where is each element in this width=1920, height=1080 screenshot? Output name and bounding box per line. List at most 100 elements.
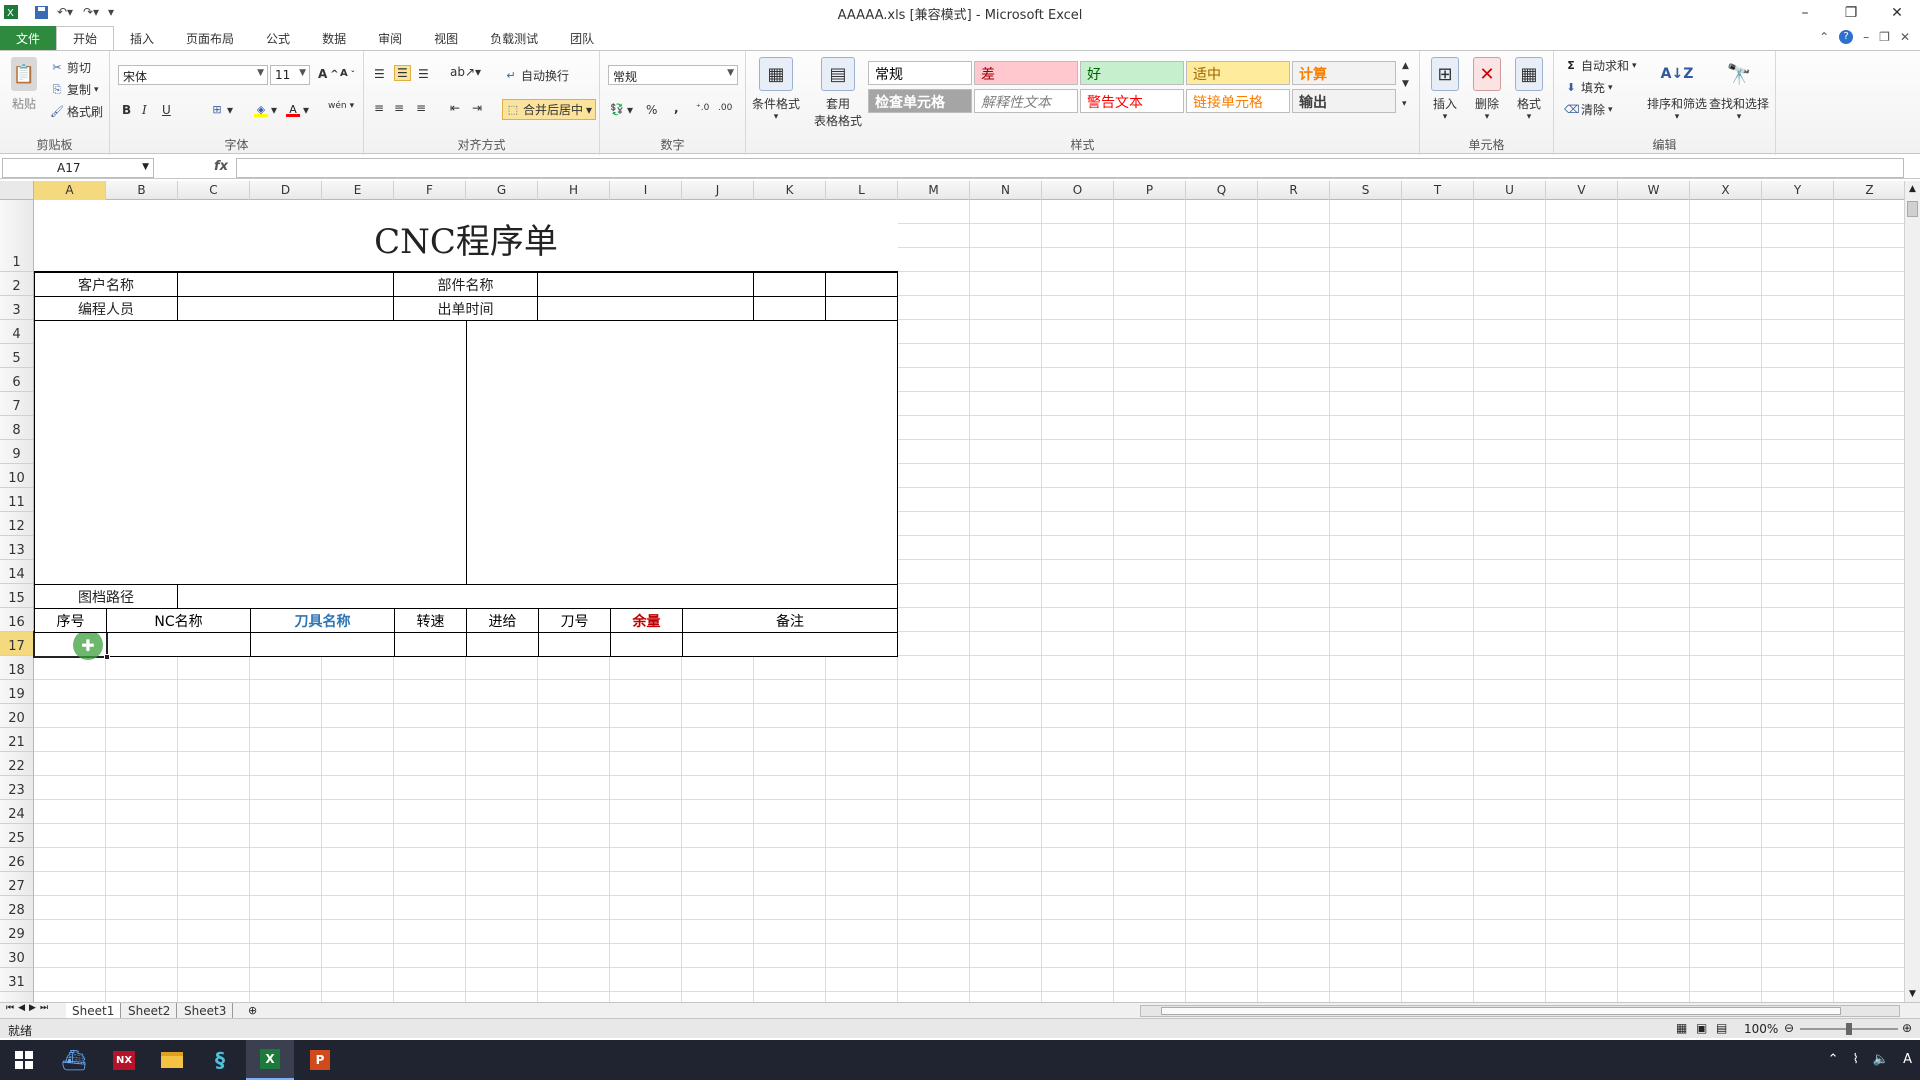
scroll-thumb[interactable] bbox=[1161, 1007, 1841, 1015]
formula-input[interactable] bbox=[236, 158, 1904, 178]
row-header-22[interactable]: 22 bbox=[0, 752, 33, 776]
align-top-button[interactable]: ☰ bbox=[374, 67, 385, 81]
start-icon[interactable] bbox=[0, 1040, 48, 1080]
file-explorer-icon[interactable] bbox=[148, 1040, 196, 1080]
underline-button[interactable]: U bbox=[162, 103, 171, 117]
column-header-p[interactable]: P bbox=[1114, 181, 1186, 200]
app-icon[interactable]: ⛴ bbox=[50, 1040, 98, 1080]
cell-style-0[interactable]: 常规 bbox=[868, 61, 972, 85]
percent-button[interactable]: % bbox=[646, 103, 657, 117]
clear-button[interactable]: ⌫ 清除 ▾ bbox=[1564, 101, 1613, 118]
sort-filter-button[interactable]: A↓Z 排序和筛选 ▾ bbox=[1646, 57, 1708, 122]
cut-button[interactable]: ✂ 剪切 bbox=[50, 59, 91, 76]
column-header-i[interactable]: I bbox=[610, 181, 682, 200]
row-header-16[interactable]: 16 bbox=[0, 608, 33, 632]
fill-button[interactable]: ⬇ 填充 ▾ bbox=[1564, 79, 1612, 96]
row-header-4[interactable]: 4 bbox=[0, 320, 33, 344]
shrink-font-button[interactable]: Aˇ bbox=[340, 68, 355, 79]
date-value-cell[interactable] bbox=[537, 296, 754, 321]
cell-style-9[interactable]: 输出 bbox=[1292, 89, 1396, 113]
nx-icon[interactable]: NX bbox=[100, 1040, 148, 1080]
row-header-20[interactable]: 20 bbox=[0, 704, 33, 728]
gallery-scroll-up-icon[interactable]: ▲ bbox=[1402, 61, 1409, 71]
row-header-9[interactable]: 9 bbox=[0, 440, 33, 464]
programmer-value-cell[interactable] bbox=[177, 296, 394, 321]
redo-icon[interactable]: ↷▾ bbox=[78, 0, 104, 24]
image-area-right[interactable] bbox=[466, 320, 898, 585]
tab-home[interactable]: 开始 bbox=[56, 26, 115, 50]
italic-button[interactable]: I bbox=[142, 103, 147, 117]
scroll-thumb[interactable] bbox=[1907, 201, 1918, 217]
customer-label-cell[interactable]: 客户名称 bbox=[34, 272, 178, 297]
orientation-button[interactable]: ab↗▾ bbox=[450, 65, 481, 79]
row2-cell-k[interactable] bbox=[753, 272, 826, 297]
undo-icon[interactable]: ↶▾ bbox=[52, 0, 78, 24]
align-middle-button[interactable]: ☰ bbox=[394, 65, 411, 81]
zoom-level[interactable]: 100% bbox=[1744, 1022, 1778, 1036]
row2-cell-l[interactable] bbox=[825, 272, 898, 297]
tab-load-test[interactable]: 负载测试 bbox=[474, 26, 554, 50]
wrap-text-button[interactable]: ↵ 自动换行 bbox=[504, 67, 569, 84]
form-title[interactable]: CNC程序单 bbox=[34, 200, 898, 272]
table-header-1[interactable]: NC名称 bbox=[106, 608, 251, 633]
fill-handle[interactable] bbox=[104, 654, 110, 660]
part-value-cell[interactable] bbox=[537, 272, 754, 297]
column-header-z[interactable]: Z bbox=[1834, 181, 1904, 200]
decrease-indent-button[interactable]: ⇤ bbox=[450, 101, 460, 115]
column-header-h[interactable]: H bbox=[538, 181, 610, 200]
customer-value-cell[interactable] bbox=[177, 272, 394, 297]
column-header-l[interactable]: L bbox=[826, 181, 898, 200]
tab-view[interactable]: 视图 bbox=[418, 26, 474, 50]
autosum-button[interactable]: Σ 自动求和 ▾ bbox=[1564, 57, 1636, 74]
column-header-g[interactable]: G bbox=[466, 181, 538, 200]
date-label-cell[interactable]: 出单时间 bbox=[393, 296, 538, 321]
function-icon[interactable]: fx bbox=[214, 159, 228, 174]
sheet-tab-2[interactable]: Sheet2 bbox=[122, 1003, 178, 1019]
row17-cell-tool[interactable] bbox=[250, 632, 395, 657]
column-header-s[interactable]: S bbox=[1330, 181, 1402, 200]
align-bottom-button[interactable]: ☰ bbox=[418, 67, 429, 81]
row-header-26[interactable]: 26 bbox=[0, 848, 33, 872]
path-label-cell[interactable]: 图档路径 bbox=[34, 584, 178, 609]
row-header-24[interactable]: 24 bbox=[0, 800, 33, 824]
column-header-m[interactable]: M bbox=[898, 181, 970, 200]
row-header-31[interactable]: 31 bbox=[0, 968, 33, 992]
decrease-decimal-button[interactable]: .00 bbox=[718, 103, 732, 113]
column-header-o[interactable]: O bbox=[1042, 181, 1114, 200]
row17-cell-speed[interactable] bbox=[394, 632, 467, 657]
column-header-t[interactable]: T bbox=[1402, 181, 1474, 200]
horizontal-scrollbar[interactable] bbox=[1140, 1005, 1900, 1017]
font-color-button[interactable]: A ▾ bbox=[286, 103, 309, 117]
table-header-0[interactable]: 序号 bbox=[34, 608, 107, 633]
insert-sheet-icon[interactable]: ⊕ bbox=[248, 1004, 257, 1017]
insert-cells-button[interactable]: ⊞ 插入 ▾ bbox=[1426, 57, 1464, 122]
row-header-18[interactable]: 18 bbox=[0, 656, 33, 680]
format-as-table-button[interactable]: ▤ 套用 表格格式 bbox=[808, 57, 868, 129]
bold-button[interactable]: B bbox=[122, 103, 131, 117]
close-icon[interactable]: ✕ bbox=[1874, 0, 1920, 26]
row-header-6[interactable]: 6 bbox=[0, 368, 33, 392]
table-header-4[interactable]: 进给 bbox=[466, 608, 539, 633]
column-header-x[interactable]: X bbox=[1690, 181, 1762, 200]
paste-button[interactable]: 📋 粘贴 bbox=[6, 57, 42, 112]
zoom-slider[interactable] bbox=[1800, 1023, 1898, 1035]
restore-icon[interactable]: ❐ bbox=[1828, 0, 1874, 26]
row-header-28[interactable]: 28 bbox=[0, 896, 33, 920]
row-header-10[interactable]: 10 bbox=[0, 464, 33, 488]
tab-formulas[interactable]: 公式 bbox=[250, 26, 306, 50]
number-format-combo[interactable]: 常规 ▼ bbox=[608, 65, 738, 85]
image-area-left[interactable] bbox=[34, 320, 467, 585]
tab-page-layout[interactable]: 页面布局 bbox=[170, 26, 250, 50]
column-header-w[interactable]: W bbox=[1618, 181, 1690, 200]
font-name-combo[interactable]: 宋体 ▼ bbox=[118, 65, 268, 85]
sheet-nav-icons[interactable]: ⏮◀▶⏭ bbox=[6, 1003, 52, 1013]
zoom-in-icon[interactable]: ⊕ bbox=[1902, 1021, 1912, 1035]
align-center-button[interactable]: ≡ bbox=[394, 101, 404, 115]
select-all-corner[interactable] bbox=[0, 181, 34, 200]
sheet-tab-1[interactable]: Sheet1 bbox=[66, 1003, 122, 1019]
row-header-14[interactable]: 14 bbox=[0, 560, 33, 584]
column-header-a[interactable]: A bbox=[34, 181, 106, 200]
align-left-button[interactable]: ≡ bbox=[374, 101, 384, 115]
merge-center-button[interactable]: ⬚ 合并后居中 ▾ bbox=[502, 99, 597, 120]
doc-restore-icon[interactable]: ❐ bbox=[1879, 30, 1890, 44]
